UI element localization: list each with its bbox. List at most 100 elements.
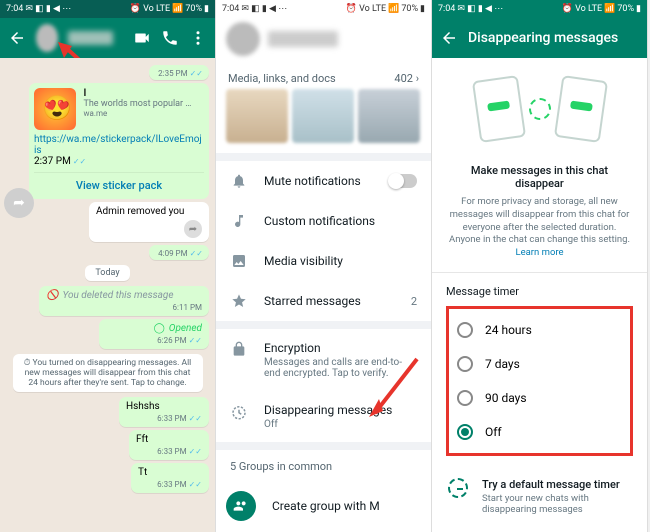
screen-title: Disappearing messages <box>468 30 639 46</box>
radio-icon <box>457 390 473 406</box>
clock: 7:04 <box>438 4 455 14</box>
description-body: For more privacy and storage, all new me… <box>449 196 630 245</box>
back-icon[interactable] <box>440 29 458 47</box>
message-out[interactable]: Tt6:33 PM✓✓ <box>131 463 209 493</box>
view-sticker-pack-button[interactable]: View sticker pack <box>34 172 204 194</box>
row-label: Custom notifications <box>264 214 417 228</box>
deleted-message[interactable]: 🚫You deleted this message 6:11 PM <box>39 286 209 316</box>
media-thumb[interactable] <box>358 89 420 143</box>
radio-icon <box>457 322 473 338</box>
starred-messages-row[interactable]: Starred messages 2 <box>216 281 431 321</box>
sticker-thumb <box>34 88 76 130</box>
contact-info-panel: 7:04 ✉ ◧ ▮ ◀ ⋯ ⏰ Vo LTE 📶 70% ▮ Media, l… <box>216 0 432 532</box>
message-out[interactable]: Fft6:33 PM✓✓ <box>129 430 209 460</box>
msg-text: Opened <box>169 323 202 334</box>
custom-notifications-row[interactable]: Custom notifications <box>216 201 431 241</box>
media-visibility-row[interactable]: Media visibility <box>216 241 431 281</box>
description-block: Make messages in this chat disappear For… <box>432 164 647 272</box>
view-once-opened[interactable]: ◯Opened 6:26 PM✓✓ <box>99 319 209 349</box>
message-out[interactable]: Hshshs6:33 PM✓✓ <box>119 397 209 427</box>
media-title: Media, links, and docs <box>228 72 336 85</box>
contact-header[interactable] <box>216 18 431 64</box>
forward-fab[interactable]: ➦ <box>4 188 34 218</box>
starred-count: 2 <box>411 295 417 308</box>
music-note-icon <box>230 213 248 229</box>
radio-icon <box>457 424 473 440</box>
msg-time: 6:33 PM <box>157 447 186 456</box>
net: Vo LTE <box>575 4 602 14</box>
net: Vo LTE <box>359 4 386 14</box>
opened-icon: ◯ <box>154 323 165 334</box>
learn-more-link[interactable]: Learn more <box>515 247 563 258</box>
clock: 7:04 <box>222 4 239 14</box>
option-label: 24 hours <box>485 323 532 337</box>
sticker-desc: The worlds most popular … <box>83 99 201 109</box>
msg-time: 6:11 PM <box>46 303 202 312</box>
row-label: Media visibility <box>264 254 417 268</box>
message-out[interactable]: 2:35 PM✓✓ <box>149 65 209 80</box>
try-default-timer-row[interactable]: Try a default message timer Start your n… <box>432 464 647 529</box>
more-icon[interactable] <box>189 29 207 47</box>
divider <box>216 442 431 450</box>
mute-notifications-row[interactable]: Mute notifications <box>216 161 431 201</box>
video-call-icon[interactable] <box>133 29 151 47</box>
create-group-row[interactable]: Create group with M <box>216 479 431 532</box>
system-message-disappearing[interactable]: ⏱ You turned on disappearing messages. A… <box>13 354 203 392</box>
timer-option-90d[interactable]: 90 days <box>451 381 628 415</box>
row-label: Mute notifications <box>264 174 373 188</box>
description-heading: Make messages in this chat disappear <box>448 164 631 190</box>
group-icon <box>226 491 256 521</box>
media-thumbs[interactable] <box>216 89 431 153</box>
status-bar: 7:04 ✉ ◧ ▮ ◀ ⋯ ⏰ Vo LTE 📶 70% ▮ <box>432 0 647 18</box>
disappearing-messages-row[interactable]: Disappearing messagesOff <box>216 391 431 442</box>
sticker-link-card[interactable]: I The worlds most popular … wa.me https:… <box>29 83 209 199</box>
timer-option-24h[interactable]: 24 hours <box>451 313 628 347</box>
date-separator: Today <box>85 265 129 281</box>
status-bar: 7:04 ✉ ◧ ▮ ◀ ⋯ ⏰ Vo LTE 📶 70% ▮ <box>0 0 215 18</box>
row-label: Disappearing messages <box>264 403 417 417</box>
sticker-title: I <box>83 88 201 99</box>
contact-name[interactable] <box>68 31 113 45</box>
chat-header[interactable] <box>0 18 215 58</box>
message-timer-section: Message timer 24 hours 7 days 90 days Of… <box>432 277 647 464</box>
row-label: Encryption <box>264 341 417 355</box>
msg-time: 6:33 PM <box>157 480 186 489</box>
divider <box>216 321 431 329</box>
msg-time: 2:35 PM <box>158 69 187 78</box>
msg-text: Hshshs <box>126 401 160 412</box>
reply-icon[interactable]: ➦ <box>184 220 202 238</box>
contact-avatar[interactable] <box>36 24 58 52</box>
timer-option-7d[interactable]: 7 days <box>451 347 628 381</box>
contact-avatar <box>226 22 260 56</box>
option-label: Off <box>485 425 502 439</box>
option-label: 90 days <box>485 391 527 405</box>
chat-body[interactable]: 2:35 PM✓✓ I The worlds most popular … wa… <box>0 58 215 532</box>
row-label: Starred messages <box>264 294 395 308</box>
message-out[interactable]: 4:09 PM✓✓ <box>149 245 209 260</box>
sticker-link[interactable]: https://wa.me/stickerpack/ILoveEmojis <box>34 134 204 156</box>
msg-time: 6:26 PM <box>157 336 186 345</box>
msg-time: 2:37 PM <box>34 156 71 167</box>
groups-in-common-header: 5 Groups in common <box>216 450 431 479</box>
mute-switch[interactable] <box>389 174 417 188</box>
message-in[interactable]: Admin removed you ➦ <box>89 202 209 242</box>
screen-header: Disappearing messages <box>432 18 647 58</box>
media-thumb[interactable] <box>226 89 288 143</box>
radio-icon <box>457 356 473 372</box>
msg-text: Tt <box>138 467 147 478</box>
timer-icon <box>448 478 468 498</box>
timer-option-off[interactable]: Off <box>451 415 628 449</box>
block-icon: 🚫 <box>46 290 58 301</box>
timer-icon <box>230 403 248 421</box>
clock: 7:04 <box>6 4 23 14</box>
timer-illustration <box>529 98 551 120</box>
media-thumb[interactable] <box>292 89 354 143</box>
media-links-docs-row[interactable]: Media, links, and docs 402 › <box>216 64 431 89</box>
lock-icon <box>230 341 248 357</box>
image-icon <box>230 253 248 269</box>
divider <box>432 272 647 273</box>
voice-call-icon[interactable] <box>161 29 179 47</box>
encryption-row[interactable]: EncryptionMessages and calls are end-to-… <box>216 329 431 391</box>
disappearing-messages-panel: 7:04 ✉ ◧ ▮ ◀ ⋯ ⏰ Vo LTE 📶 70% ▮ Disappea… <box>432 0 648 532</box>
back-icon[interactable] <box>8 29 26 47</box>
